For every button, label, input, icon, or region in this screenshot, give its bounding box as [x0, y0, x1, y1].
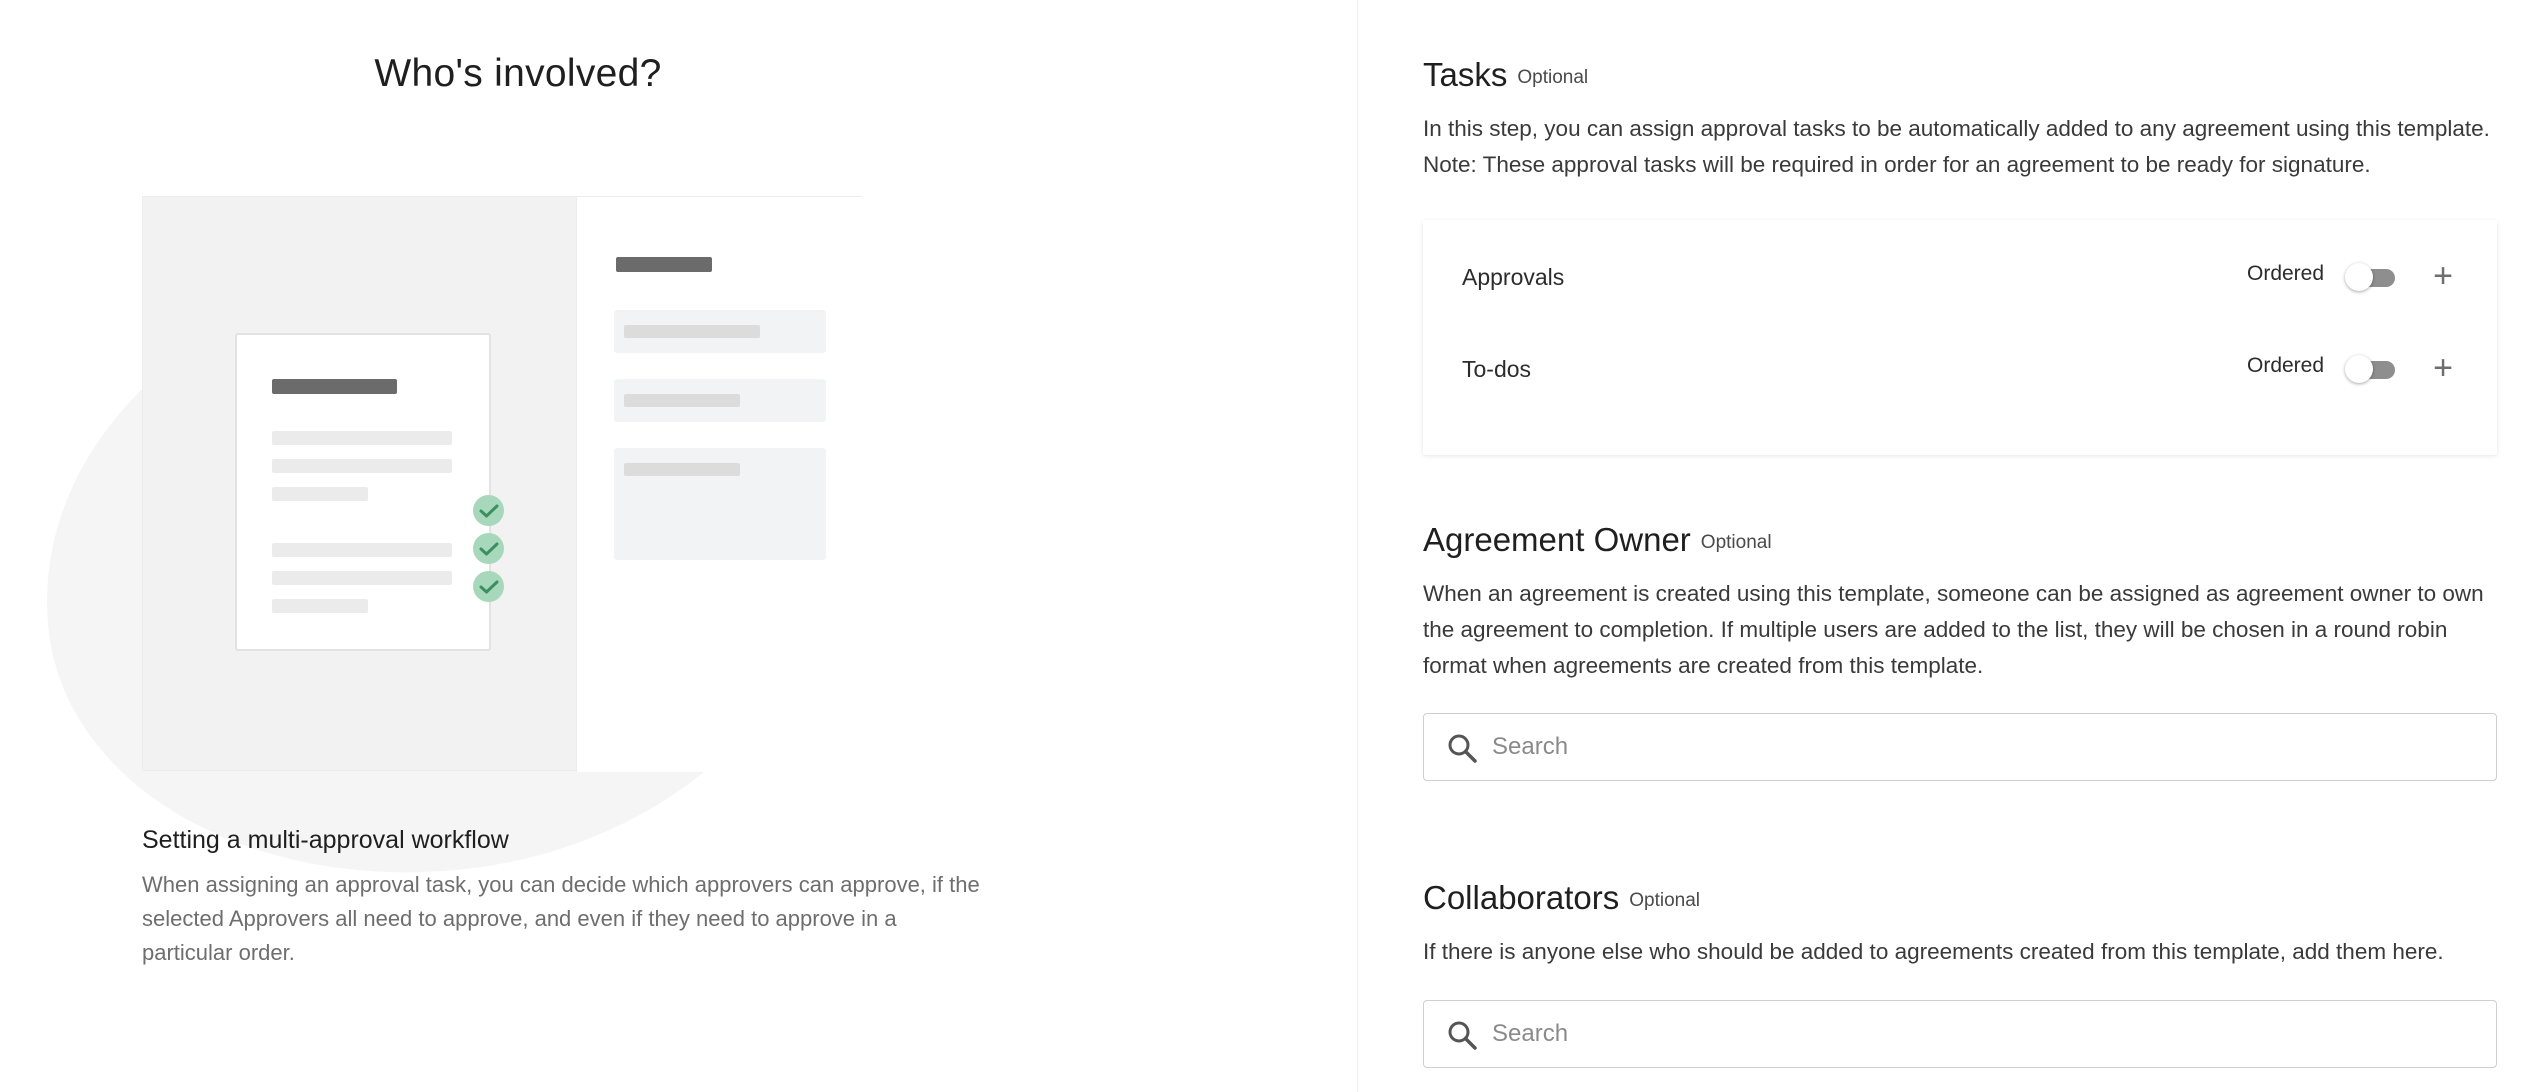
- optional-badge: Optional: [1629, 890, 1701, 911]
- add-todo-button[interactable]: +: [2425, 348, 2461, 388]
- ordered-label: Ordered: [2247, 354, 2325, 377]
- check-circle-icon: [473, 571, 504, 602]
- info-panel: Who's involved? Setting a multi-approval…: [0, 0, 1358, 1092]
- sidebar-heading-bar: [616, 257, 712, 272]
- illustration-document: [235, 333, 491, 651]
- sidebar-field: [614, 310, 826, 353]
- agreement-owner-description: When an agreement is created using this …: [1423, 581, 2484, 678]
- agreement-owner-search: [1423, 713, 2497, 781]
- doc-line: [272, 571, 452, 585]
- ordered-toggle[interactable]: [2343, 354, 2401, 384]
- info-subtitle: Setting a multi-approval workflow: [142, 826, 509, 854]
- check-circle-icon: [473, 495, 504, 526]
- plus-icon: +: [2433, 257, 2453, 295]
- doc-heading-bar: [272, 379, 397, 394]
- task-label: To-dos: [1462, 356, 1532, 382]
- illustration-sidebar: [576, 197, 863, 772]
- task-row-todos: To-dos Ordered +: [1423, 348, 2497, 390]
- tasks-description: In this step, you can assign approval ta…: [1423, 116, 2490, 177]
- doc-line: [272, 543, 452, 557]
- page-title: Who's involved?: [374, 52, 662, 95]
- optional-badge: Optional: [1517, 67, 1589, 88]
- collaborators-search: [1423, 1000, 2497, 1068]
- tasks-title-text: Tasks: [1423, 56, 1508, 93]
- tasks-card: Approvals Ordered + To-dos Ordered +: [1423, 220, 2497, 455]
- task-row-approvals: Approvals Ordered +: [1423, 256, 2497, 298]
- sidebar-field: [614, 379, 826, 422]
- collaborators-title-text: Collaborators: [1423, 879, 1620, 916]
- optional-badge: Optional: [1700, 532, 1772, 553]
- collaborators-search-input[interactable]: [1492, 1011, 2472, 1057]
- search-icon: [1448, 734, 1477, 763]
- tasks-title: Tasks Optional: [1423, 56, 1588, 94]
- info-description: When assigning an approval task, you can…: [142, 872, 980, 965]
- doc-line: [272, 599, 368, 613]
- settings-panel: Tasks Optional In this step, you can assi…: [1359, 0, 2546, 1092]
- add-approval-button[interactable]: +: [2425, 256, 2461, 296]
- ordered-toggle[interactable]: [2343, 262, 2401, 292]
- sidebar-field: [614, 448, 826, 560]
- plus-icon: +: [2433, 349, 2453, 387]
- search-icon: [1448, 1021, 1477, 1050]
- agreement-owner-title-text: Agreement Owner: [1423, 521, 1691, 558]
- collaborators-description: If there is anyone else who should be ad…: [1423, 939, 2444, 964]
- doc-line: [272, 459, 452, 473]
- check-circle-icon: [473, 533, 504, 564]
- agreement-owner-title: Agreement Owner Optional: [1423, 521, 1772, 559]
- doc-line: [272, 431, 452, 445]
- workflow-illustration: [142, 196, 863, 772]
- collaborators-title: Collaborators Optional: [1423, 879, 1700, 917]
- doc-line: [272, 487, 368, 501]
- task-label: Approvals: [1462, 264, 1565, 290]
- ordered-label: Ordered: [2247, 262, 2325, 285]
- agreement-owner-search-input[interactable]: [1492, 724, 2472, 770]
